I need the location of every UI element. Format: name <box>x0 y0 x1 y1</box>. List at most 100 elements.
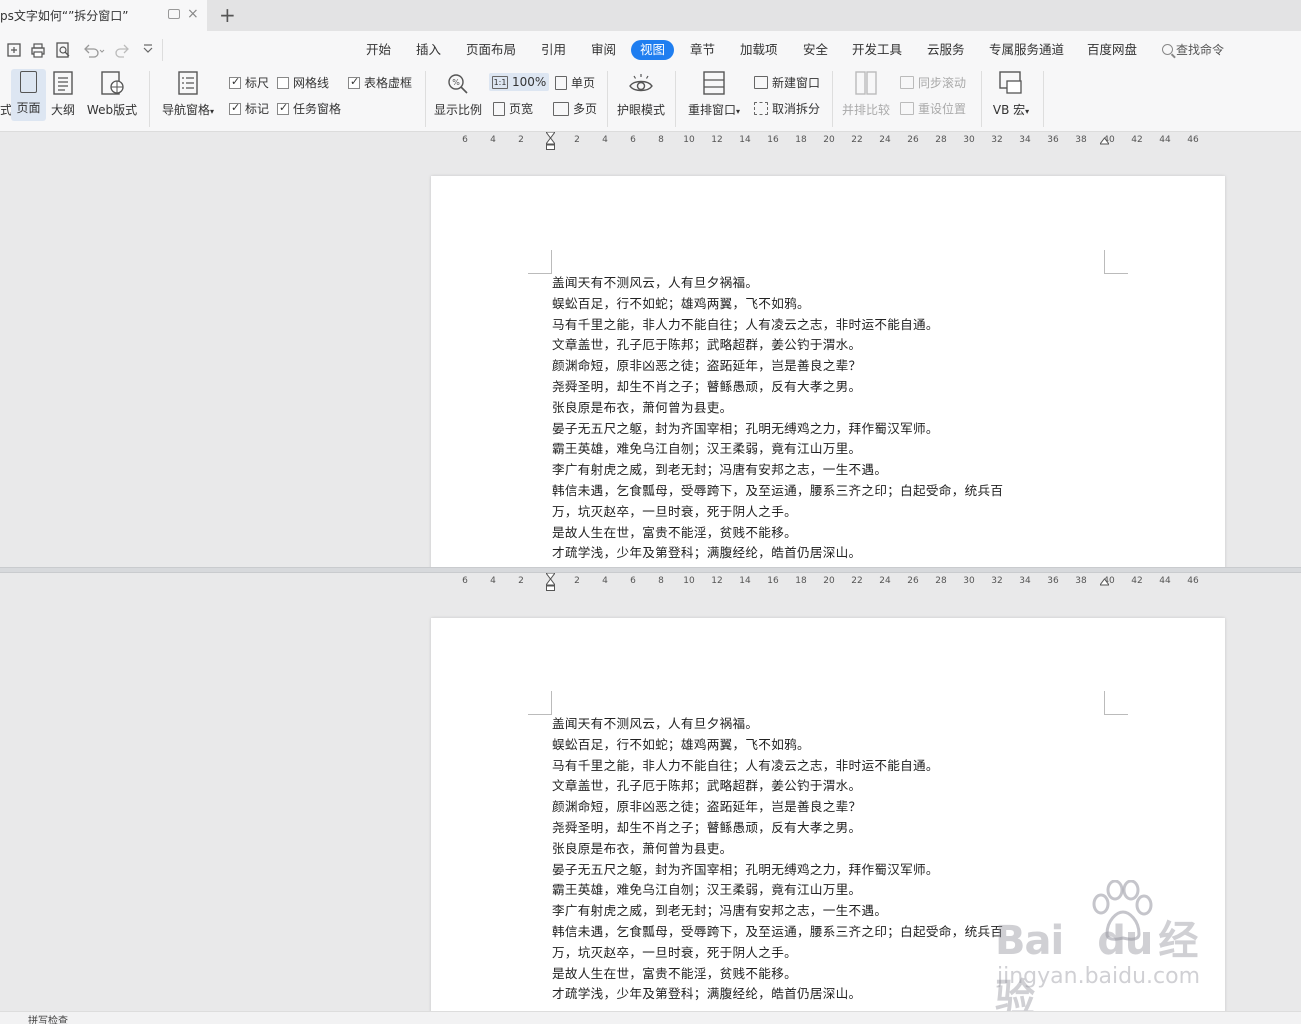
document-line[interactable]: 才疏学浅，少年及第登科；满腹经纶，皓首仍居深山。 <box>552 543 1003 564</box>
menu-review[interactable]: 审阅 <box>591 40 616 60</box>
document-line[interactable]: 蜈蚣百足，行不如蛇；雄鸡两翼，飞不如鸦。 <box>552 294 1003 315</box>
document-line[interactable]: 李广有射虎之威，到老无封；冯唐有安邦之志，一生不遇。 <box>552 460 1003 481</box>
document-line[interactable]: 晏子无五尺之躯，封为齐国宰相；孔明无缚鸡之力，拜作蜀汉军师。 <box>552 419 1003 440</box>
menu-developer[interactable]: 开发工具 <box>852 40 902 60</box>
new-window-label: 新建窗口 <box>772 76 821 90</box>
ruler-tick-label: 8 <box>658 576 664 586</box>
document-line[interactable]: 张良原是布衣，萧何曾为县吏。 <box>552 839 1003 860</box>
menu-insert[interactable]: 插入 <box>416 40 441 60</box>
document-line[interactable]: 尧舜圣明，却生不肖之子；瞽鲧愚顽，反有大孝之男。 <box>552 818 1003 839</box>
menu-page-layout[interactable]: 页面布局 <box>466 40 516 60</box>
close-tab-icon[interactable]: × <box>187 6 199 22</box>
menu-chapter[interactable]: 章节 <box>690 40 715 60</box>
customize-qa-chevron-icon[interactable] <box>142 41 154 59</box>
document-text[interactable]: 盖闻天有不测风云，人有旦夕祸福。 蜈蚣百足，行不如蛇；雄鸡两翼，飞不如鸦。 马有千里… <box>552 714 1003 1005</box>
document-line[interactable]: 张良原是布衣，萧何曾为县吏。 <box>552 398 1003 419</box>
export-icon[interactable] <box>6 41 22 59</box>
zoom-button[interactable]: % 显示比例 <box>433 69 483 118</box>
vb-macro-label: VB 宏 <box>992 103 1026 117</box>
document-line[interactable]: 韩信未遇，乞食瓢母，受辱跨下，及至运通，腰系三齐之印；白起受命，统兵百 <box>552 922 1003 943</box>
document-line[interactable]: 霸王英雄，难免乌江自刎；汉王柔弱，竟有江山万里。 <box>552 880 1003 901</box>
right-indent-marker-icon[interactable] <box>1100 132 1109 150</box>
menu-cloud-services[interactable]: 云服务 <box>927 40 965 60</box>
ruler-tick-label: 22 <box>851 576 863 586</box>
document-line[interactable]: 才疏学浅，少年及第登科；满腹经纶，皓首仍居深山。 <box>552 984 1003 1005</box>
eye-protection-button[interactable]: 护眼模式 <box>614 69 668 118</box>
web-view-button[interactable]: Web版式 <box>85 69 139 118</box>
sync-scroll-button[interactable]: 同步滚动 <box>900 74 966 91</box>
menu-addins[interactable]: 加载项 <box>740 40 778 60</box>
ribbon: 开始 插入 页面布局 引用 审阅 视图 章节 加载项 安全 开发工具 云服务 专… <box>0 31 1301 132</box>
ruler-tick-label: 2 <box>574 576 580 586</box>
menu-home[interactable]: 开始 <box>366 40 391 60</box>
page-view-button[interactable]: 页面 <box>11 69 46 121</box>
zoom-100-button[interactable]: 1:1 100% <box>489 73 550 91</box>
marks-checkbox[interactable]: 标记 <box>229 100 269 117</box>
indent-marker-icon[interactable] <box>546 132 555 150</box>
document-line[interactable]: 文章盖世，孔子厄于陈邦；武略超群，姜公钓于渭水。 <box>552 776 1003 797</box>
new-window-icon <box>754 76 768 89</box>
split-pane-top[interactable]: 6 4 2 2 4 6 8 10 12 14 16 18 20 22 24 26 28 30 32 34 36 38 40 4… <box>0 132 1301 567</box>
document-line[interactable]: 盖闻天有不测风云，人有旦夕祸福。 <box>552 273 1003 294</box>
document-line[interactable]: 颜渊命短，原非凶恶之徒；盗跖延年，岂是善良之辈？ <box>552 356 1003 377</box>
document-line[interactable]: 马有千里之能，非人力不能自往；人有凌云之志，非时运不能自通。 <box>552 315 1003 336</box>
cancel-split-label: 取消拆分 <box>772 102 821 116</box>
ruler-tick-label: 44 <box>1159 576 1171 586</box>
menu-security[interactable]: 安全 <box>803 40 828 60</box>
task-pane-checkbox[interactable]: 任务窗格 <box>277 100 341 117</box>
right-indent-marker-icon[interactable] <box>1100 573 1109 591</box>
spell-check-status[interactable]: 拼写检查 <box>28 1012 68 1024</box>
document-line[interactable]: 万，坑灭赵卒，一旦时衰，死于阴人之手。 <box>552 502 1003 523</box>
indent-marker-icon[interactable] <box>546 573 555 591</box>
new-window-button[interactable]: 新建窗口 <box>754 74 820 91</box>
document-text[interactable]: 盖闻天有不测风云，人有旦夕祸福。 蜈蚣百足，行不如蛇；雄鸡两翼，飞不如鸦。 马有千里… <box>552 273 1003 564</box>
page-width-button[interactable]: 页宽 <box>493 100 533 117</box>
document-line[interactable]: 颜渊命短，原非凶恶之徒；盗跖延年，岂是善良之辈？ <box>552 797 1003 818</box>
document-line[interactable]: 马有千里之能，非人力不能自往；人有凌云之志，非时运不能自通。 <box>552 756 1003 777</box>
menu-view[interactable]: 视图 <box>631 40 675 60</box>
document-line[interactable]: 万，坑灭赵卒，一旦时衰，死于阴人之手。 <box>552 943 1003 964</box>
document-line[interactable]: 文章盖世，孔子厄于陈邦；武略超群，姜公钓于渭水。 <box>552 335 1003 356</box>
print-icon[interactable] <box>30 41 46 59</box>
print-preview-icon[interactable] <box>55 41 71 59</box>
document-line[interactable]: 晏子无五尺之躯，封为齐国宰相；孔明无缚鸡之力，拜作蜀汉军师。 <box>552 860 1003 881</box>
ruler-checkbox[interactable]: 标尺 <box>229 74 269 91</box>
menu-references[interactable]: 引用 <box>541 40 566 60</box>
divider <box>607 71 608 127</box>
baidu-jingyan-watermark: Bai du 经验 jingyan.baidu.com <box>995 880 1235 1022</box>
document-tab[interactable]: ps文字如何“”拆分窗口” × <box>0 0 207 31</box>
single-page-button[interactable]: 单页 <box>555 74 595 91</box>
nav-pane-button[interactable]: 导航窗格▾ <box>158 69 218 118</box>
rearrange-windows-button[interactable]: 重排窗口▾ <box>684 69 744 118</box>
redo-icon[interactable] <box>115 41 131 59</box>
horizontal-ruler[interactable]: 6 4 2 2 4 6 8 10 12 14 16 18 20 22 24 26 28 30 32 34 36 38 40 4… <box>0 132 1301 150</box>
undo-icon[interactable] <box>82 41 106 59</box>
horizontal-ruler[interactable]: 6 4 2 2 4 6 8 10 12 14 16 18 20 22 24 26 28 30 32 34 36 38 40 4… <box>0 573 1301 591</box>
document-line[interactable]: 蜈蚣百足，行不如蛇；雄鸡两翼，飞不如鸦。 <box>552 735 1003 756</box>
vb-macro-button[interactable]: VB 宏▾ <box>988 69 1034 118</box>
document-line[interactable]: 韩信未遇，乞食瓢母，受辱跨下，及至运通，腰系三齐之印；白起受命，统兵百 <box>552 481 1003 502</box>
document-line[interactable]: 是故人生在世，富贵不能淫，贫贱不能移。 <box>552 523 1003 544</box>
menu-baidu-netdisk[interactable]: 百度网盘 <box>1087 40 1137 60</box>
ruler-tick-label: 24 <box>879 135 891 145</box>
document-line[interactable]: 霸王英雄，难免乌江自刎；汉王柔弱，竟有江山万里。 <box>552 439 1003 460</box>
new-tab-button[interactable]: + <box>219 3 236 27</box>
table-gridlines-checkbox[interactable]: 表格虚框 <box>348 74 412 91</box>
side-by-side-button[interactable]: 并排比较 <box>840 69 892 118</box>
multi-page-button[interactable]: 多页 <box>553 100 597 117</box>
ruler-tick-label: 4 <box>490 576 496 586</box>
reset-position-button[interactable]: 重设位置 <box>900 100 966 117</box>
document-line[interactable]: 盖闻天有不测风云，人有旦夕祸福。 <box>552 714 1003 735</box>
ruler-tick-label: 16 <box>767 576 779 586</box>
document-line[interactable]: 尧舜圣明，却生不肖之子；瞽鲧愚顽，反有大孝之男。 <box>552 377 1003 398</box>
command-search[interactable]: 查找命令 <box>1162 41 1224 58</box>
pin-icon[interactable] <box>168 9 180 19</box>
outline-view-button[interactable]: 大纲 <box>49 69 77 118</box>
watermark-brand-du: du <box>1097 918 1153 964</box>
menu-dedicated-service[interactable]: 专属服务通道 <box>989 40 1064 60</box>
document-line[interactable]: 是故人生在世，富贵不能淫，贫贱不能移。 <box>552 964 1003 985</box>
document-page[interactable]: 盖闻天有不测风云，人有旦夕祸福。 蜈蚣百足，行不如蛇；雄鸡两翼，飞不如鸦。 马有千里… <box>431 176 1225 567</box>
gridlines-checkbox[interactable]: 网格线 <box>277 74 329 91</box>
cancel-split-button[interactable]: 取消拆分 <box>754 100 820 117</box>
document-line[interactable]: 李广有射虎之威，到老无封；冯唐有安邦之志，一生不遇。 <box>552 901 1003 922</box>
